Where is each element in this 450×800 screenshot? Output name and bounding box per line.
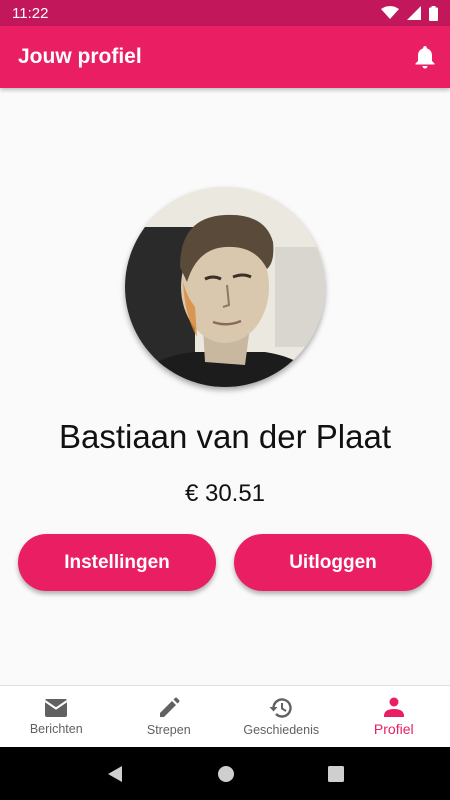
nav-item-profiel[interactable]: Profiel <box>338 686 450 748</box>
back-icon[interactable] <box>106 765 124 783</box>
logout-button[interactable]: Uitloggen <box>234 534 432 591</box>
person-icon <box>383 697 404 717</box>
nav-label-strepen: Strepen <box>146 723 191 737</box>
status-time: 11:22 <box>12 4 49 22</box>
nav-item-berichten[interactable]: Berichten <box>0 686 113 748</box>
nav-label-geschiedenis: Geschiedenis <box>243 723 320 737</box>
bottom-navigation: Berichten Strepen Geschiedenis Profiel <box>0 685 450 748</box>
profile-content: Bastiaan van der Plaat € 30.51 Instellin… <box>0 88 450 685</box>
recents-icon[interactable] <box>327 765 344 782</box>
profile-balance: € 30.51 <box>184 480 266 507</box>
nav-label-berichten: Berichten <box>29 722 83 736</box>
bell-icon[interactable] <box>414 45 436 69</box>
system-navigation-bar <box>0 747 450 800</box>
nav-label-profiel: Profiel <box>373 721 414 737</box>
nav-item-strepen[interactable]: Strepen <box>113 686 226 748</box>
page-title: Jouw profiel <box>18 45 142 68</box>
status-bar: 11:22 <box>0 0 450 26</box>
pencil-icon <box>159 697 180 717</box>
app-bar: Jouw profiel <box>0 26 450 88</box>
profile-name: Bastiaan van der Plaat <box>58 418 392 455</box>
avatar-portrait <box>125 187 325 387</box>
avatar <box>125 187 325 387</box>
nav-item-geschiedenis[interactable]: Geschiedenis <box>225 686 338 748</box>
wifi-icon <box>381 6 399 19</box>
history-icon <box>269 698 292 718</box>
cellular-icon <box>407 6 421 20</box>
battery-icon <box>429 5 438 21</box>
settings-button[interactable]: Instellingen <box>18 534 216 591</box>
mail-icon <box>44 699 68 717</box>
home-icon[interactable] <box>217 765 235 783</box>
status-icons <box>381 5 438 21</box>
